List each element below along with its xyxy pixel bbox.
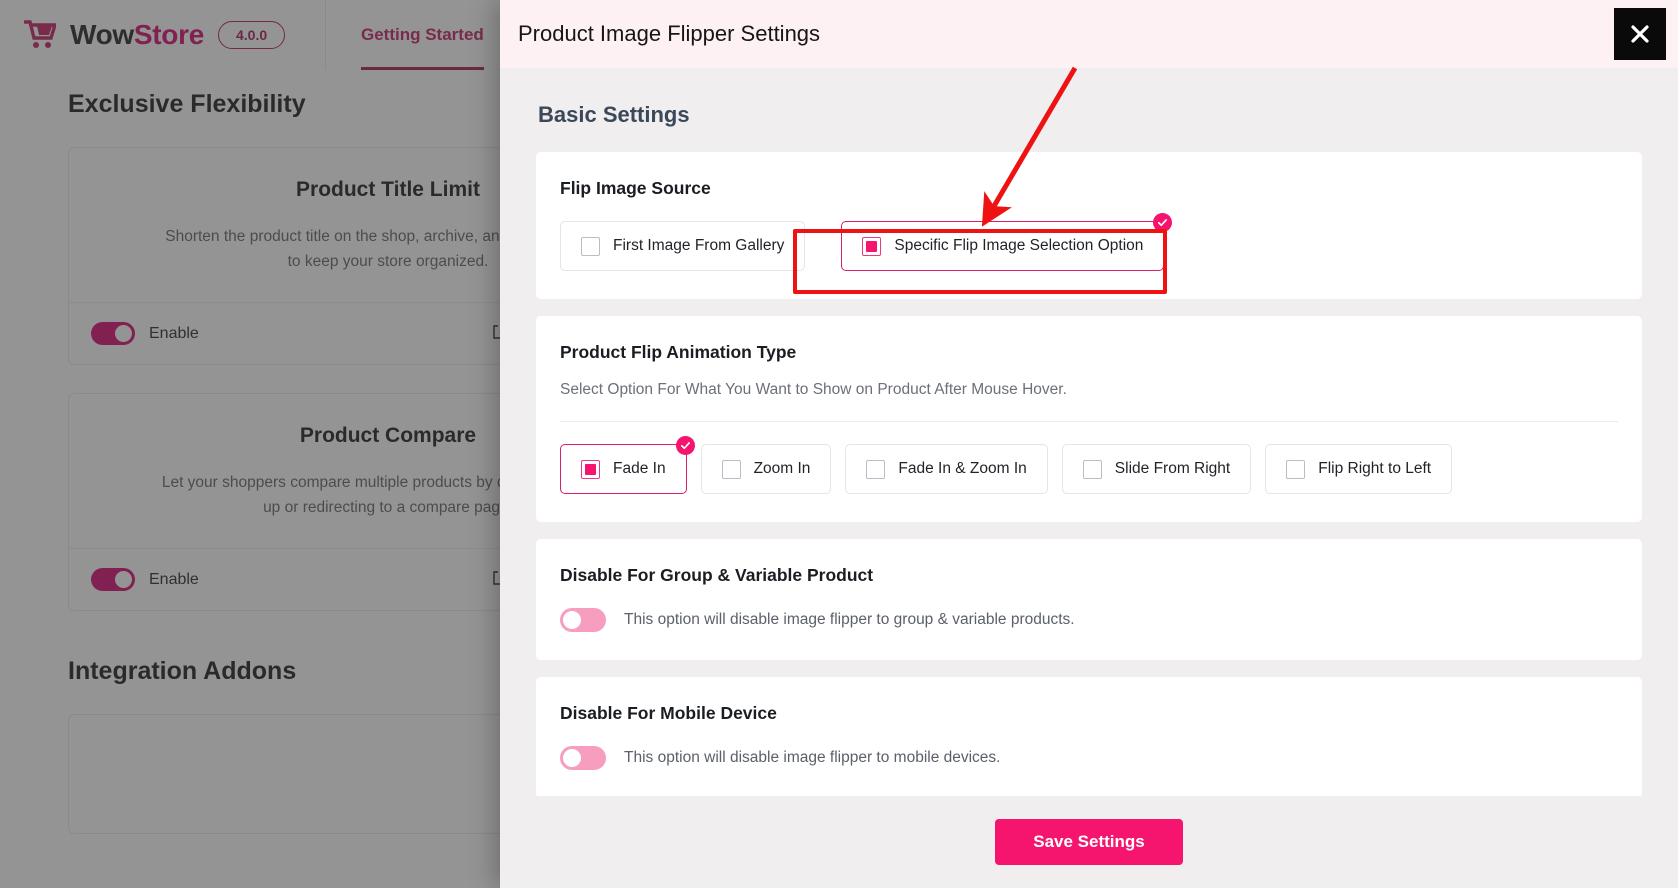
modal-body: Basic Settings Flip Image Source First I… (500, 68, 1678, 796)
panel-animation-type: Product Flip Animation Type Select Optio… (536, 316, 1642, 522)
option-fade-in-and-zoom-in[interactable]: Fade In & Zoom In (845, 444, 1048, 494)
close-icon[interactable] (1614, 8, 1666, 60)
option-label: Fade In (613, 460, 666, 477)
option-label: Slide From Right (1114, 460, 1231, 477)
product-image-flipper-settings-modal: Product Image Flipper Settings Basic Set… (500, 0, 1678, 888)
option-specific-flip-image-selection[interactable]: Specific Flip Image Selection Option (841, 213, 1173, 271)
save-settings-button[interactable]: Save Settings (995, 819, 1183, 865)
option-fade-in[interactable]: Fade In (560, 436, 695, 494)
disable-group-toggle-text: This option will disable image flipper t… (624, 611, 1075, 628)
animation-type-title: Product Flip Animation Type (560, 342, 797, 362)
disable-mobile-toggle-row: This option will disable image flipper t… (560, 746, 1618, 770)
checkbox-icon (581, 236, 600, 256)
checkbox-icon (1286, 459, 1306, 479)
option-label: Flip Right to Left (1318, 460, 1432, 477)
option-label: Fade In & Zoom In (898, 460, 1027, 477)
disable-group-title: Disable For Group & Variable Product (560, 565, 874, 585)
option-flip-right-to-left[interactable]: Flip Right to Left (1265, 444, 1453, 494)
checkbox-icon (862, 236, 882, 256)
animation-type-options: Fade In Zoom In Fade In & Zoom In Slide … (560, 436, 1618, 494)
disable-mobile-toggle[interactable] (560, 746, 606, 770)
check-badge-icon (675, 436, 695, 455)
checkbox-icon (866, 459, 886, 479)
modal-footer: Save Settings (500, 796, 1678, 888)
check-badge-icon (1153, 213, 1173, 232)
option-label: Specific Flip Image Selection Option (894, 237, 1144, 254)
option-slide-from-right[interactable]: Slide From Right (1061, 444, 1252, 494)
checkbox-icon (581, 459, 600, 479)
option-label: Zoom In (753, 460, 811, 477)
disable-group-toggle-row: This option will disable image flipper t… (560, 608, 1618, 632)
checkbox-icon (1082, 459, 1102, 479)
flip-image-source-title: Flip Image Source (560, 178, 711, 198)
flip-image-source-options: First Image From Gallery Specific Flip I… (560, 213, 1618, 271)
basic-settings-heading: Basic Settings (538, 102, 690, 127)
panel-disable-mobile: Disable For Mobile Device This option wi… (536, 677, 1642, 796)
option-first-image-from-gallery[interactable]: First Image From Gallery (560, 221, 806, 271)
divider (560, 421, 1618, 422)
disable-mobile-toggle-text: This option will disable image flipper t… (624, 749, 1001, 766)
close-glyph (1631, 25, 1649, 43)
animation-type-subtitle: Select Option For What You Want to Show … (560, 381, 1067, 398)
option-label: First Image From Gallery (613, 237, 785, 254)
checkbox-icon (721, 459, 741, 479)
option-zoom-in[interactable]: Zoom In (700, 444, 832, 494)
modal-header: Product Image Flipper Settings (500, 0, 1678, 68)
modal-title: Product Image Flipper Settings (518, 21, 821, 46)
panel-disable-group-variable: Disable For Group & Variable Product Thi… (536, 539, 1642, 660)
disable-mobile-title: Disable For Mobile Device (560, 703, 777, 723)
panel-flip-image-source: Flip Image Source First Image From Galle… (536, 152, 1642, 299)
disable-group-toggle[interactable] (560, 608, 606, 632)
